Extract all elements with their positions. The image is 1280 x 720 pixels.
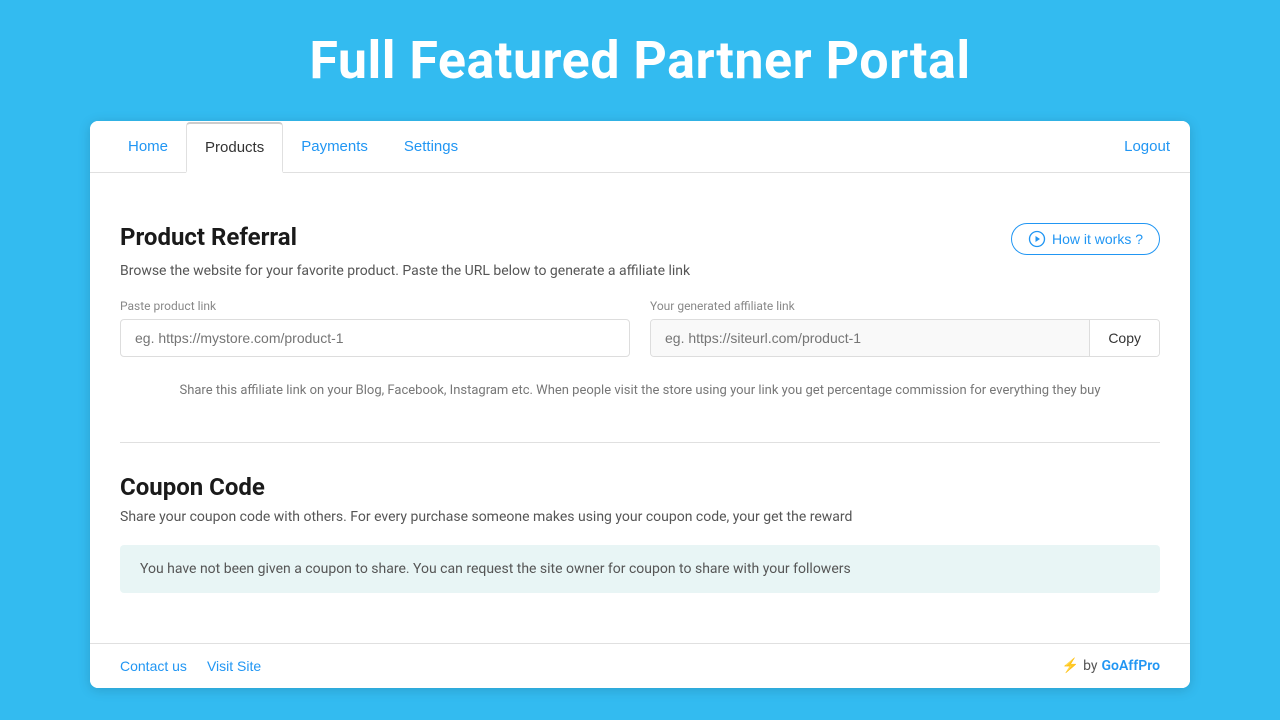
copy-button[interactable]: Copy (1089, 320, 1159, 356)
footer-brand: ⚡ by GoAffPro (1062, 658, 1160, 674)
affiliate-link-group: Your generated affiliate link Copy (650, 299, 1160, 357)
tab-payments[interactable]: Payments (283, 121, 386, 172)
how-it-works-button[interactable]: How it works ? (1011, 223, 1160, 255)
how-it-works-label: How it works ? (1052, 231, 1143, 247)
portal-container: Home Products Payments Settings Logout P… (90, 121, 1190, 688)
product-referral-section: Product Referral How it works ? Browse t… (120, 203, 1160, 432)
footer-brand-name: GoAffPro (1101, 658, 1160, 674)
product-referral-desc: Browse the website for your favorite pro… (120, 263, 1160, 279)
tab-settings[interactable]: Settings (386, 121, 476, 172)
tab-home[interactable]: Home (110, 121, 186, 172)
footer-brand-prefix: by (1083, 658, 1097, 674)
portal-content: Product Referral How it works ? Browse t… (90, 173, 1190, 643)
section-header: Product Referral How it works ? (120, 223, 1160, 255)
section-divider (120, 442, 1160, 443)
nav-bar: Home Products Payments Settings Logout (90, 121, 1190, 173)
affiliate-link-label: Your generated affiliate link (650, 299, 1160, 313)
contact-us-link[interactable]: Contact us (120, 658, 187, 674)
nav-tabs: Home Products Payments Settings (110, 121, 1124, 172)
portal-footer: Contact us Visit Site ⚡ by GoAffPro (90, 643, 1190, 688)
play-circle-icon (1028, 230, 1046, 248)
coupon-desc: Share your coupon code with others. For … (120, 509, 1160, 525)
logout-button[interactable]: Logout (1124, 138, 1170, 155)
paste-link-group: Paste product link (120, 299, 630, 357)
coupon-section: Coupon Code Share your coupon code with … (120, 463, 1160, 613)
coupon-title: Coupon Code (120, 473, 1160, 501)
product-referral-title: Product Referral (120, 223, 297, 251)
affiliate-form-row: Paste product link Your generated affili… (120, 299, 1160, 357)
paste-link-label: Paste product link (120, 299, 630, 313)
visit-site-link[interactable]: Visit Site (207, 658, 261, 674)
lightning-icon: ⚡ (1062, 658, 1079, 674)
paste-link-input[interactable] (120, 319, 630, 357)
footer-links: Contact us Visit Site (120, 658, 261, 674)
hero-title: Full Featured Partner Portal (289, 0, 990, 121)
affiliate-input-row: Copy (650, 319, 1160, 357)
tab-products[interactable]: Products (186, 122, 283, 173)
share-text: Share this affiliate link on your Blog, … (120, 381, 1160, 402)
affiliate-link-input[interactable] (651, 320, 1089, 356)
coupon-notice: You have not been given a coupon to shar… (120, 545, 1160, 593)
